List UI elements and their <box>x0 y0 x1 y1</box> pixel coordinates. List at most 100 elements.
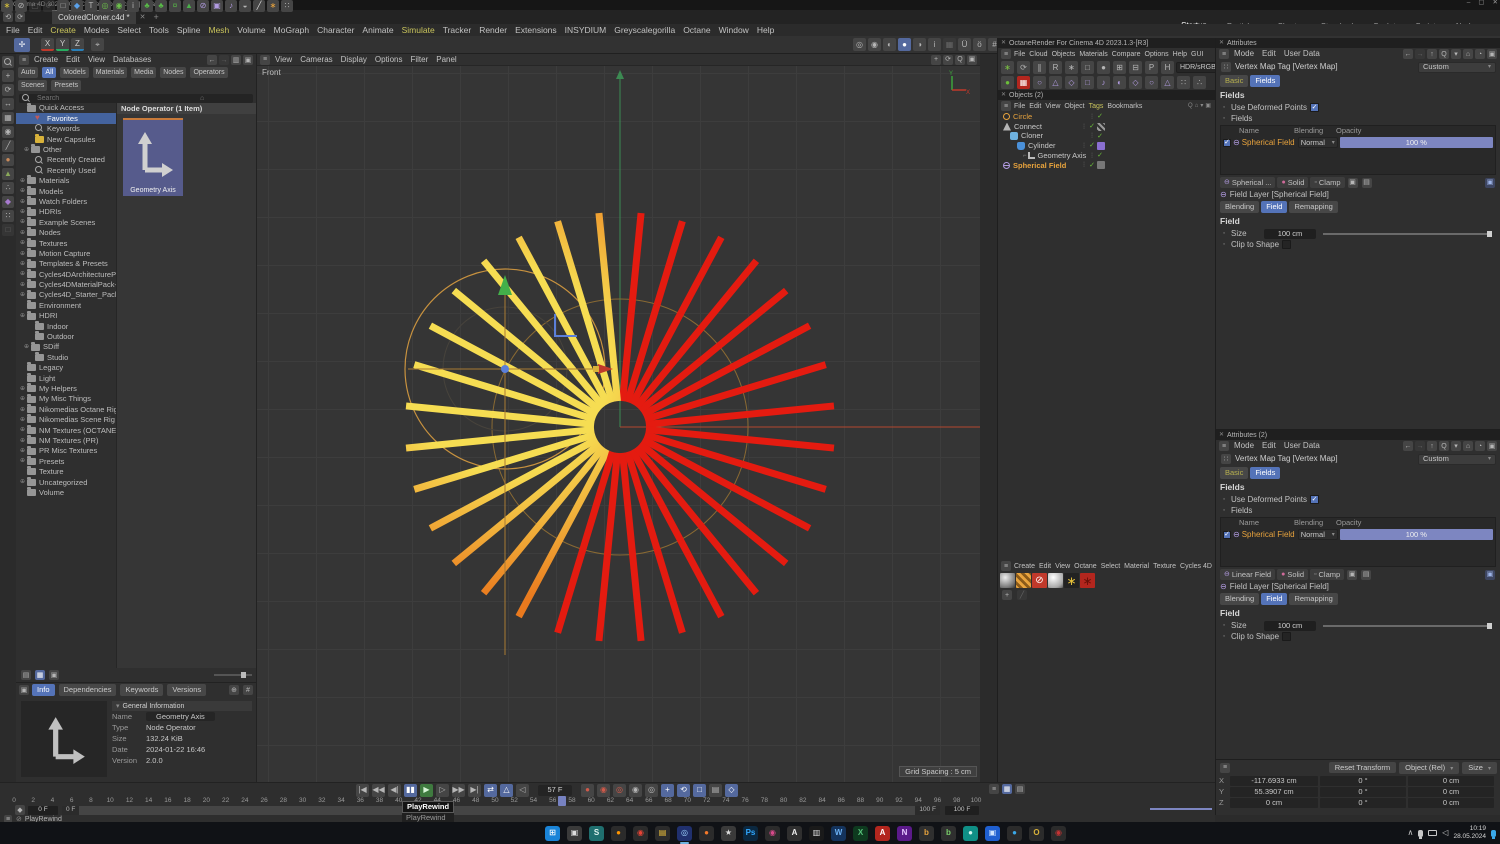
tool-icon[interactable]: ◒ <box>239 0 251 12</box>
visibility-dots-icon[interactable]: ⋮ <box>1089 153 1095 159</box>
history-icon[interactable]: ◔ <box>1475 49 1485 59</box>
toolbar-icon[interactable]: ● <box>1097 61 1110 74</box>
hamburger-icon[interactable]: ≡ <box>1219 49 1229 59</box>
current-frame-field[interactable]: 57 F <box>538 784 572 796</box>
taskbar-app-icon[interactable]: ▣ <box>567 825 582 841</box>
taskbar-app-icon[interactable]: ● <box>1007 825 1022 841</box>
preset-dropdown[interactable]: Custom ▾ <box>1418 453 1496 465</box>
tab-field[interactable]: Field <box>1261 201 1288 213</box>
tool-icon[interactable]: □ <box>57 0 69 12</box>
taskbar-app-icon[interactable]: ★ <box>721 825 736 841</box>
menu-item[interactable]: GUI <box>1189 51 1205 58</box>
taskbar-app-icon[interactable]: ◉ <box>633 825 648 841</box>
range-start-grip[interactable]: 0 F <box>62 806 80 815</box>
field-list-row[interactable]: ✓ ⊖ Spherical Field Normal ▾ 100 % <box>1221 136 1495 149</box>
position-field[interactable]: -117.6933 cm <box>1230 775 1318 786</box>
toolbar-icon[interactable]: ◉ <box>629 783 642 797</box>
toolbar-icon[interactable]: ⊞ <box>1113 61 1126 74</box>
toolbar-icon[interactable]: ▦ <box>943 38 956 51</box>
taskbar-clock[interactable]: 10:19 28.05.2024 <box>1453 825 1486 841</box>
tool-icon[interactable]: ∷ <box>281 0 293 12</box>
timeline-menu-icon[interactable]: ≡ <box>989 784 999 794</box>
menu-item[interactable]: MoGraph <box>270 26 313 35</box>
asset-tree-item[interactable]: ⊕ Cycles4DMaterialPack-4K <box>16 279 116 290</box>
menu-item[interactable]: Bookmarks <box>1105 103 1144 110</box>
tool-icon[interactable]: ∗ <box>267 0 279 12</box>
taskbar-app-icon[interactable]: ◉ <box>1051 825 1066 841</box>
toolbar-icon[interactable]: ⊟ <box>1129 61 1142 74</box>
toolbar-icon[interactable]: Ü <box>958 38 971 51</box>
search-input[interactable] <box>37 95 197 102</box>
toolbar-icon[interactable]: + <box>661 783 674 797</box>
scale-field[interactable]: 0 cm <box>1408 775 1494 786</box>
rotation-field[interactable]: 0 ° <box>1320 786 1406 797</box>
asset-tree-item[interactable]: ⊕ Presets <box>16 455 116 466</box>
toolbar-icon[interactable]: ∷ <box>1177 76 1190 89</box>
taskbar-app-icon[interactable]: N <box>897 825 912 841</box>
solid-tab[interactable]: ● Solid <box>1277 569 1308 580</box>
tab-pill[interactable]: Versions <box>167 684 207 696</box>
enabled-check-icon[interactable]: ✓ <box>1097 133 1103 140</box>
taskbar-app-icon[interactable]: ◉ <box>765 825 780 841</box>
toolbar-icon[interactable]: ⇄ <box>484 783 497 797</box>
toolbar-icon[interactable]: ▷ <box>436 783 449 797</box>
toolbar-icon[interactable]: ◉ <box>868 38 881 51</box>
taskbar-app-icon[interactable]: X <box>853 825 868 841</box>
tool-icon[interactable]: ↔ <box>2 98 14 110</box>
size-value-field[interactable]: 100 cm <box>1264 228 1316 239</box>
expand-icon[interactable]: ⊕ <box>20 396 27 402</box>
layout-split-icon[interactable]: ▣ <box>243 55 253 65</box>
menu-item[interactable]: Octane <box>679 26 714 35</box>
menu-item[interactable]: Edit <box>1037 563 1053 570</box>
expand-icon[interactable]: ⊕ <box>20 282 27 288</box>
asset-tree-item[interactable]: Recently Used <box>16 165 116 175</box>
menu-item[interactable]: Filter <box>406 55 432 64</box>
taskbar-app-icon[interactable]: A <box>875 825 890 841</box>
toolbar-icon[interactable]: ∥ <box>1033 61 1046 74</box>
material-thumbnail[interactable] <box>1016 573 1031 588</box>
lock-icon[interactable]: ⌂ <box>1463 49 1473 59</box>
hamburger-icon[interactable]: ≡ <box>1001 561 1011 571</box>
menu-item[interactable]: Help <box>753 26 778 35</box>
tab-pill[interactable]: Scenes <box>18 80 48 91</box>
tool-icon[interactable]: ⊘ <box>15 0 27 12</box>
tool-icon[interactable]: □ <box>2 224 14 236</box>
toolbar-icon[interactable]: ▶| <box>468 783 481 797</box>
toolbar-icon[interactable]: ∴ <box>1193 76 1206 89</box>
asset-search[interactable]: ⌂ <box>19 94 253 103</box>
toolbar-icon[interactable]: ◁ <box>516 783 529 797</box>
toolbar-icon[interactable]: △ <box>1049 76 1062 89</box>
tool-icon[interactable]: ◆ <box>71 0 83 12</box>
hamburger-icon[interactable]: ≡ <box>1001 49 1011 59</box>
back-icon[interactable]: ← <box>207 55 217 65</box>
timeline-zoom-slider[interactable] <box>1150 808 1212 810</box>
tab-pill[interactable]: Models <box>60 67 89 78</box>
asset-tree-item[interactable]: ⊕ Models <box>16 185 116 196</box>
visibility-dots-icon[interactable]: ⋮ <box>1081 162 1087 168</box>
visibility-dots-icon[interactable]: ⋮ <box>1089 133 1095 139</box>
hamburger-icon[interactable]: ≡ <box>1220 762 1230 773</box>
toolbar-icon[interactable]: ● <box>581 783 594 797</box>
toolbar-icon[interactable]: △ <box>1161 76 1174 89</box>
object-row[interactable]: Circle ⋮ ✓ <box>998 112 1215 122</box>
taskbar-app-icon[interactable]: ● <box>963 825 978 841</box>
expand-icon[interactable]: ⊕ <box>20 438 27 444</box>
history-icon[interactable]: ◔ <box>1475 441 1485 451</box>
tab-fields[interactable]: Fields <box>1250 75 1281 87</box>
menu-item[interactable]: File <box>1012 51 1027 58</box>
expand-icon[interactable]: ⊕ <box>20 271 27 277</box>
menu-item[interactable]: Help <box>1171 51 1189 58</box>
range-start-field[interactable]: 0 F <box>28 806 58 815</box>
menu-item[interactable]: Select <box>113 26 145 35</box>
forward-icon[interactable]: → <box>1415 49 1425 59</box>
menu-item[interactable]: Cycles 4D <box>1178 563 1214 570</box>
position-field[interactable]: 0 cm <box>1230 797 1318 808</box>
layer-options-icon[interactable]: ▣ <box>1485 569 1495 580</box>
toolbar-icon[interactable]: ∗ <box>1065 61 1078 74</box>
position-field[interactable]: 55.3907 cm <box>1230 786 1318 797</box>
menu-item[interactable]: Cloud <box>1027 51 1049 58</box>
menu-item[interactable]: Extensions <box>511 26 561 35</box>
link-icon[interactable]: ⊕ <box>229 685 239 695</box>
tab-add-icon[interactable]: + <box>149 12 162 22</box>
expand-icon[interactable]: ⊕ <box>20 448 27 454</box>
